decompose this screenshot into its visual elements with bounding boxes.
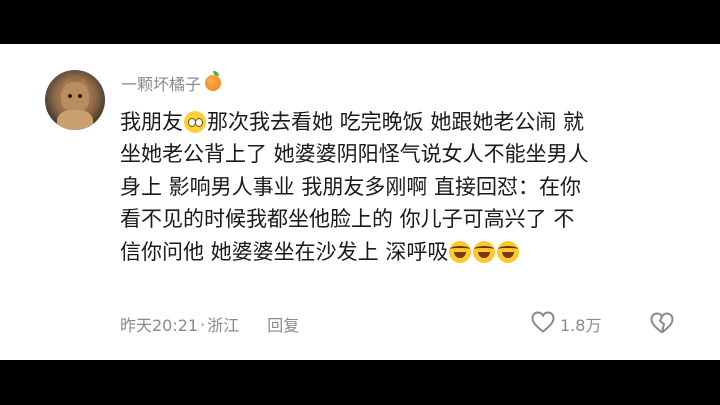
like-count: 1.8万	[560, 316, 602, 335]
comment-segment: 看不见的时候我都坐他脸上的 你儿子可高兴了 不	[120, 207, 575, 232]
comment-line: 信你问他 她婆婆坐在沙发上 深呼吸	[120, 236, 680, 268]
comment-segment: 坐她老公背上了 她婆婆阴阳怪气说女人不能坐男人	[120, 142, 589, 167]
comment-segment: 那次我去看她 吃完晚饭 她跟她老公闹 就	[207, 110, 585, 134]
comment-text: 我朋友 那次我去看她 吃完晚饭 她跟她老公闹 就 坐她老公背上了 她婆婆阴阳怪气说…	[120, 106, 680, 268]
comment-meta: 昨天20:21 · 浙江 回复	[120, 312, 299, 336]
username[interactable]: 一颗坏橘子	[121, 71, 222, 95]
meta-separator: ·	[200, 314, 206, 334]
orange-icon	[205, 71, 222, 91]
laughing-crying-emoji	[497, 240, 520, 263]
comment-line: 坐她老公背上了 她婆婆阴阳怪气说女人不能坐男人	[120, 138, 680, 170]
comment-segment: 信你问他 她婆婆坐在沙发上 深呼吸	[120, 239, 449, 264]
comment-card: 一颗坏橘子 我朋友 那次我去看她 吃完晚饭 她跟她老公闹 就 坐她老公背上了 她婆…	[0, 44, 720, 360]
avatar[interactable]	[45, 70, 105, 130]
comment-line: 身上 影响男人事业 我朋友多刚啊 直接回怼：在你	[120, 171, 680, 203]
avatar-cat-eye	[68, 94, 72, 98]
comment-line: 我朋友 那次我去看她 吃完晚饭 她跟她老公闹 就	[120, 106, 680, 138]
dislike-button[interactable]	[649, 311, 675, 339]
avatar-cat-face	[61, 82, 89, 112]
location: 浙江	[207, 316, 240, 335]
timestamp: 昨天20:21	[120, 316, 199, 335]
laughing-crying-emoji	[449, 240, 472, 263]
username-text: 一颗坏橘子	[121, 75, 202, 94]
laughing-crying-emoji	[473, 240, 496, 263]
avatar-cat-body	[57, 110, 93, 130]
comment-line: 看不见的时候我都坐他脸上的 你儿子可高兴了 不	[120, 203, 680, 235]
comment-segment: 身上 影响男人事业 我朋友多刚啊 直接回怼：在你	[120, 174, 582, 199]
avatar-cat-eye	[78, 94, 82, 98]
pleading-face-emoji	[184, 111, 206, 133]
heart-icon	[530, 310, 556, 338]
reply-button[interactable]: 回复	[267, 312, 299, 336]
comment-segment: 我朋友	[120, 110, 183, 134]
like-button[interactable]: 1.8万	[530, 310, 601, 338]
broken-heart-icon	[649, 312, 675, 339]
